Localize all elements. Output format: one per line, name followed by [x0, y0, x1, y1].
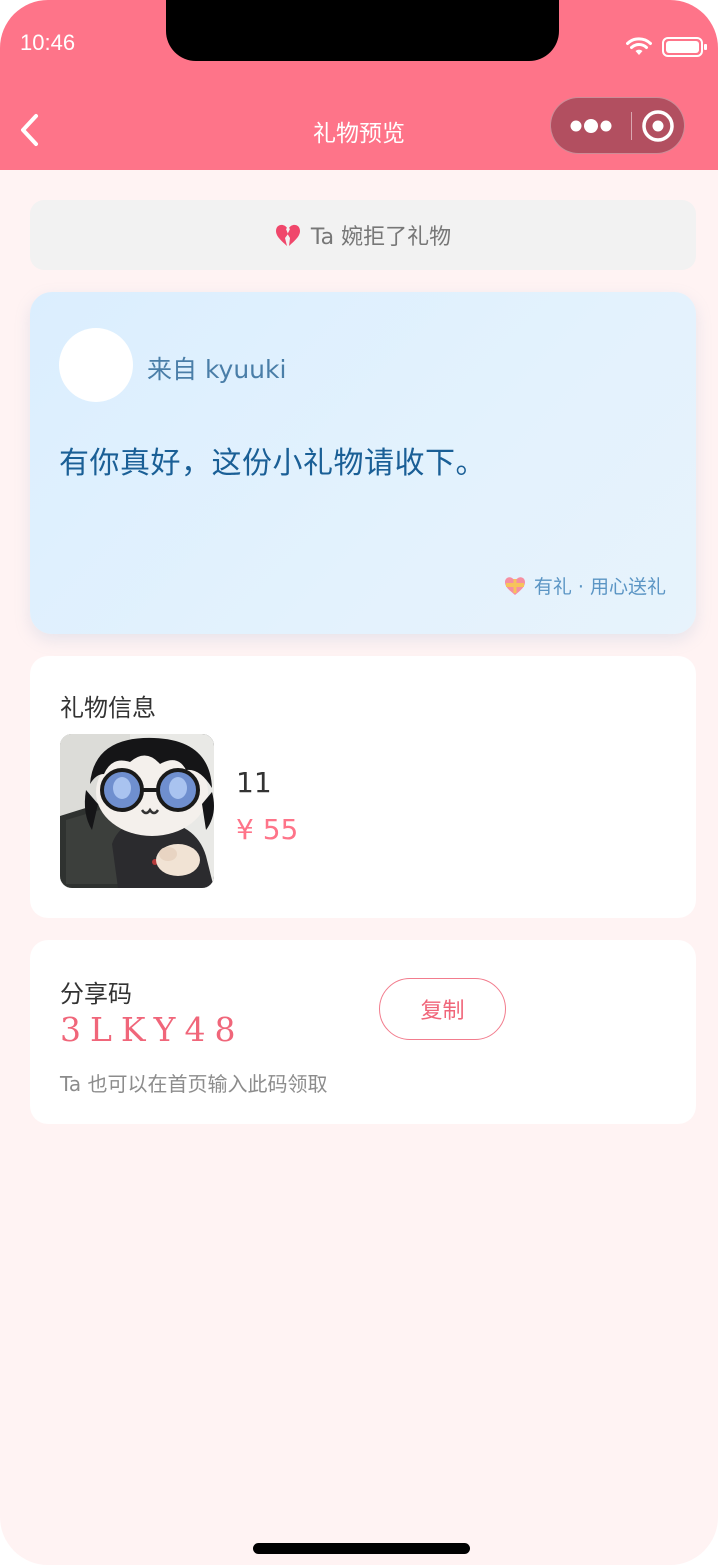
sender-label: 来自 kyuuki: [147, 355, 287, 384]
brand-text: 有礼 · 用心送礼: [533, 576, 666, 598]
status-icons: [626, 36, 708, 58]
close-button[interactable]: [632, 98, 684, 153]
mini-program-capsule: [550, 97, 685, 154]
wifi-icon: [626, 37, 652, 57]
share-code: 3LKY48: [60, 1010, 245, 1049]
broken-heart-icon: [275, 224, 300, 246]
gift-price: ¥ 55: [236, 813, 299, 846]
sender-avatar: [59, 328, 133, 402]
gift-name: 11: [236, 766, 272, 799]
share-hint: Ta 也可以在首页输入此码领取: [60, 1072, 328, 1096]
more-button[interactable]: [551, 98, 631, 153]
more-dots-icon: [570, 118, 612, 133]
top-bar: 10:46 礼物预览: [0, 0, 718, 170]
brand-tag: 有礼 · 用心送礼: [504, 572, 666, 599]
gift-status-text: Ta 婉拒了礼物: [310, 225, 452, 250]
device-notch: [166, 0, 559, 61]
battery-icon: [662, 36, 708, 58]
gift-heart-icon: [504, 576, 525, 595]
status-time: 10:46: [20, 30, 76, 55]
gift-info-title: 礼物信息: [60, 694, 156, 722]
gift-info-card: 礼物信息 11 ¥ 55: [30, 656, 696, 918]
gift-image[interactable]: [60, 734, 214, 888]
home-indicator[interactable]: [253, 1543, 470, 1554]
share-code-card: 分享码 3LKY48 复制 Ta 也可以在首页输入此码领取: [30, 940, 696, 1124]
share-title: 分享码: [60, 980, 132, 1008]
gift-status-banner: Ta 婉拒了礼物: [30, 200, 696, 270]
plush-doll-photo: [60, 734, 214, 888]
message-card: 来自 kyuuki 有你真好，这份小礼物请收下。 有礼 · 用心送礼: [30, 292, 696, 634]
gift-message: 有你真好，这份小礼物请收下。: [59, 446, 486, 481]
phone-screen: 10:46 礼物预览 Ta 婉拒了礼物 来自 kyuuki 有你真好，这份小礼物…: [0, 0, 718, 1565]
copy-button[interactable]: 复制: [379, 978, 506, 1040]
target-close-icon: [642, 109, 674, 142]
